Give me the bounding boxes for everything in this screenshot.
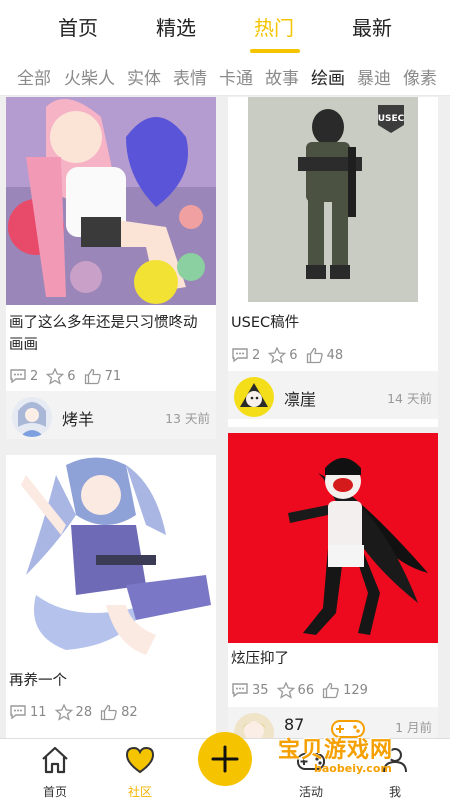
post-card[interactable]: 炫压抑了 35 66 129 87 1 月前: [228, 433, 438, 738]
plus-icon: [211, 745, 239, 773]
watermark-text: 宝贝游戏网: [278, 738, 394, 763]
comment-icon: [232, 348, 248, 363]
post-artwork[interactable]: [6, 97, 216, 305]
thumbs-up-icon: [84, 368, 101, 384]
post-stats: 2 6 71: [9, 365, 129, 387]
star-stat[interactable]: 6: [268, 346, 298, 364]
tab-hot[interactable]: 热门: [234, 12, 314, 41]
post-stats: 2 6 48: [231, 344, 351, 366]
avatar[interactable]: [234, 377, 274, 417]
tab-latest[interactable]: 最新: [332, 12, 412, 41]
post-title: 再养一个: [9, 673, 67, 689]
thumbs-up-icon: [322, 682, 339, 698]
like-stat[interactable]: 71: [84, 368, 121, 385]
category-physical[interactable]: 实体: [127, 64, 161, 89]
comment-stat[interactable]: 35: [231, 682, 269, 698]
like-stat[interactable]: 129: [322, 682, 368, 699]
comment-icon: [232, 683, 248, 698]
star-icon: [54, 703, 73, 721]
comment-stat[interactable]: 2: [9, 368, 38, 384]
post-artwork[interactable]: [6, 455, 216, 665]
post-stats: 11 28 82: [9, 701, 146, 723]
post-time: 14 天前: [387, 391, 432, 406]
author-name[interactable]: 烤羊: [62, 406, 94, 430]
tab-home[interactable]: 首页: [38, 12, 118, 41]
heart-icon: [125, 746, 155, 774]
nav-community[interactable]: 社区: [105, 743, 175, 799]
star-icon: [276, 681, 295, 699]
art-usec-text: USEC: [378, 114, 405, 124]
star-stat[interactable]: 28: [54, 703, 92, 721]
comment-icon: [10, 705, 26, 720]
category-stickman[interactable]: 火柴人: [64, 64, 115, 89]
star-stat[interactable]: 6: [46, 367, 76, 385]
category-story[interactable]: 故事: [265, 64, 299, 89]
post-title-cont: 画画: [9, 337, 38, 353]
watermark: 宝贝游戏网 baobeiy.com: [262, 720, 422, 782]
star-icon: [46, 367, 65, 385]
author-name[interactable]: 凛崖: [284, 386, 316, 410]
category-bar[interactable]: 全部 火柴人 实体 表情 卡通 故事 绘画 暴迪 像素: [0, 56, 450, 96]
comment-stat[interactable]: 2: [231, 347, 260, 363]
post-title: USEC稿件: [231, 315, 300, 331]
thumbs-up-icon: [100, 704, 117, 720]
like-stat[interactable]: 48: [306, 347, 343, 364]
active-tab-indicator: [250, 49, 300, 53]
like-stat[interactable]: 82: [100, 704, 138, 721]
comment-icon: [10, 369, 26, 384]
star-stat[interactable]: 66: [276, 681, 314, 699]
category-all[interactable]: 全部: [17, 64, 51, 89]
category-pixel[interactable]: 像素: [403, 64, 437, 89]
nav-home[interactable]: 首页: [20, 743, 90, 799]
watermark-url: baobeiy.com: [314, 762, 392, 775]
author-bar[interactable]: 凛崖 14 天前: [228, 371, 438, 419]
top-tab-bar: 首页 精选 热门 最新: [0, 0, 450, 56]
post-card[interactable]: 画了这么多年还是只习惯咚动 画画 2 6 71 烤羊 13 天前: [6, 97, 216, 439]
post-stats: 35 66 129: [231, 679, 376, 701]
post-card[interactable]: USEC USEC稿件 2 6 48 凛崖 14 天前: [228, 97, 438, 427]
post-time: 13 天前: [165, 411, 210, 426]
category-emoji[interactable]: 表情: [173, 64, 207, 89]
thumbs-up-icon: [306, 347, 323, 363]
author-bar[interactable]: 烤羊 13 天前: [6, 391, 216, 439]
category-cartoon[interactable]: 卡通: [219, 64, 253, 89]
comment-stat[interactable]: 11: [9, 704, 47, 720]
post-title: 画了这么多年还是只习惯咚动: [9, 315, 198, 331]
star-icon: [268, 346, 287, 364]
category-bodi[interactable]: 暴迪: [357, 64, 391, 89]
post-card[interactable]: 再养一个 11 28 82: [6, 455, 216, 738]
category-drawing[interactable]: 绘画: [311, 64, 345, 89]
avatar[interactable]: [12, 397, 52, 437]
home-icon: [42, 746, 68, 774]
post-title: 炫压抑了: [231, 651, 289, 667]
post-artwork[interactable]: [228, 433, 438, 643]
add-post-button[interactable]: [198, 732, 252, 786]
tab-featured[interactable]: 精选: [136, 12, 216, 41]
post-artwork[interactable]: USEC: [228, 97, 438, 305]
